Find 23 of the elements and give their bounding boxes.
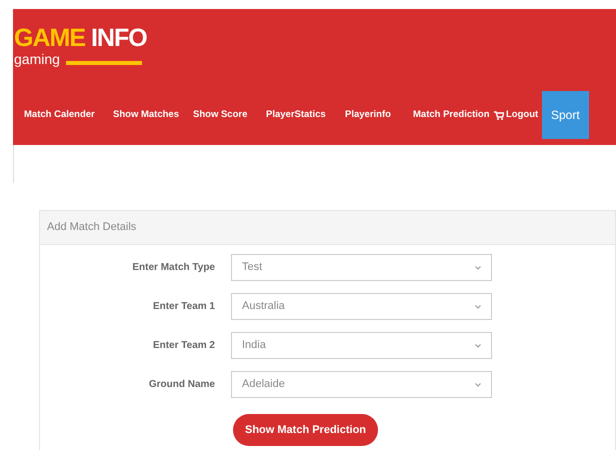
select-field[interactable]: Test xyxy=(231,254,492,281)
cart-icon xyxy=(494,110,504,120)
nav-link[interactable]: Match Prediction xyxy=(402,108,490,122)
field-label: Enter Team 2 xyxy=(152,339,215,353)
field-label: Ground Name xyxy=(148,378,215,392)
chevron-down-icon xyxy=(475,344,481,348)
chevron-down-icon xyxy=(475,266,481,270)
field-label: Enter Match Type xyxy=(131,261,215,275)
select-field[interactable]: India xyxy=(231,332,492,359)
chevron-down-icon xyxy=(475,382,481,386)
chevron-down-icon xyxy=(475,304,481,308)
select-field[interactable]: Adelaide xyxy=(231,371,492,398)
submit-button[interactable]: Show Match Prediction xyxy=(233,414,378,446)
nav-link[interactable]: Match Calender xyxy=(13,108,102,122)
field-label: Enter Team 1 xyxy=(152,300,215,314)
nav-button[interactable]: Sport xyxy=(542,91,589,139)
nav-link[interactable]: PlayerStatics xyxy=(255,108,334,122)
logout-link[interactable]: Logout xyxy=(490,108,542,122)
nav-link[interactable]: Show Score xyxy=(182,108,255,122)
card-title: Add Match Details xyxy=(47,220,136,236)
select-field[interactable]: Australia xyxy=(231,293,492,320)
nav-link[interactable]: Show Matches xyxy=(102,108,182,122)
nav-link[interactable]: Playerinfo xyxy=(334,108,402,122)
